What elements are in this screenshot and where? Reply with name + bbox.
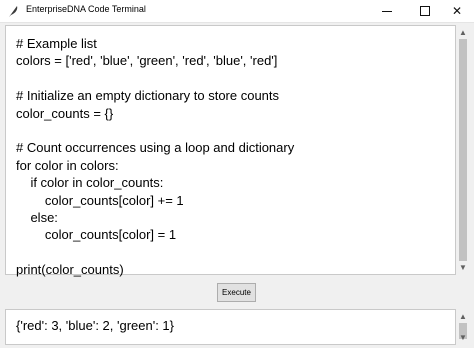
code-line: print(color_counts): [16, 262, 124, 278]
code-line: colors = ['red', 'blue', 'green', 'red',…: [16, 53, 278, 69]
scroll-up-icon[interactable]: ▲: [459, 28, 467, 37]
maximize-icon: [420, 6, 430, 16]
code-line: color_counts = {}: [16, 105, 114, 121]
minimize-icon: [382, 11, 392, 12]
code-line: # Count occurrences using a loop and dic…: [16, 140, 295, 156]
scrollbar-thumb[interactable]: [459, 39, 467, 261]
output-scrollbar[interactable]: ▲ ▼: [456, 309, 470, 345]
scroll-down-icon[interactable]: ▼: [459, 333, 467, 342]
editor-scrollbar[interactable]: ▲ ▼: [456, 25, 470, 275]
code-line: for color in colors:: [16, 157, 119, 173]
title-bar: EnterpriseDNA Code Terminal ✕: [0, 0, 474, 23]
feather-icon: [9, 6, 18, 17]
code-line: # Example list: [16, 36, 97, 51]
code-line: # Initialize an empty dictionary to stor…: [16, 88, 280, 104]
close-icon: ✕: [451, 4, 463, 18]
maximize-button[interactable]: [407, 0, 441, 22]
close-button[interactable]: ✕: [440, 0, 474, 22]
code-line: color_counts[color] = 1: [16, 227, 177, 243]
scroll-down-icon[interactable]: ▼: [459, 263, 467, 272]
code-line: else:: [16, 209, 58, 225]
code-line: if color in color_counts:: [16, 175, 164, 191]
output-box[interactable]: {'red': 3, 'blue': 2, 'green': 1}: [5, 309, 456, 345]
window-title: EnterpriseDNA Code Terminal: [26, 4, 146, 14]
scroll-up-icon[interactable]: ▲: [459, 312, 467, 321]
code-editor[interactable]: # Example list colors = ['red', 'blue', '…: [5, 25, 456, 278]
code-line: color_counts[color] += 1: [16, 192, 184, 208]
minimize-button[interactable]: [370, 0, 404, 22]
execute-button[interactable]: Execute: [217, 283, 256, 302]
